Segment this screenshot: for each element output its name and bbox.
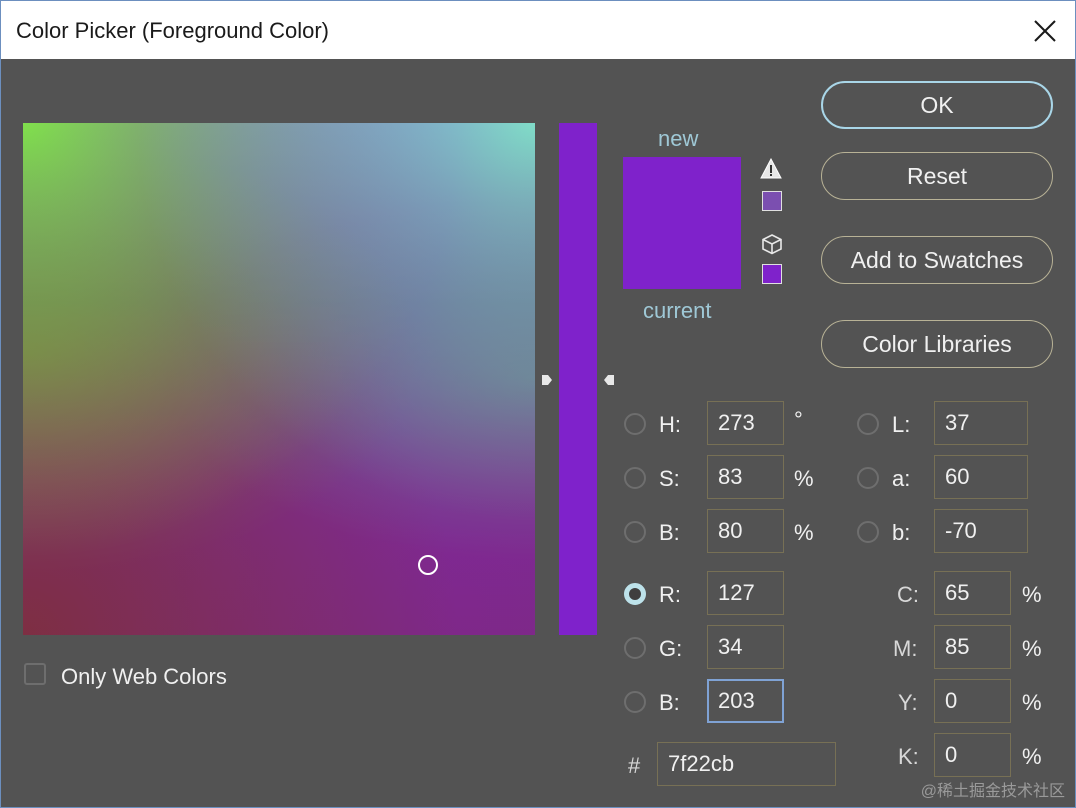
watermark: @稀土掘金技术社区 (920, 783, 1065, 800)
gamut-warning-swatch[interactable] (762, 191, 782, 211)
ok-button[interactable]: OK (821, 81, 1053, 129)
only-web-colors-checkbox[interactable] (24, 663, 46, 685)
only-web-colors-label[interactable]: Only Web Colors (61, 664, 227, 690)
black-unit: % (1022, 744, 1042, 769)
black-input[interactable]: 0 (934, 733, 1011, 777)
yellow-unit: % (1022, 690, 1042, 715)
lab-a-radio[interactable] (857, 467, 879, 489)
color-field[interactable] (23, 123, 535, 635)
dialog-title: Color Picker (Foreground Color) (16, 18, 329, 43)
hue-unit: ° (794, 407, 803, 432)
magenta-label: M: (893, 636, 918, 661)
hue-label: H: (659, 412, 681, 437)
green-input[interactable]: 34 (707, 625, 784, 669)
red-input[interactable]: 127 (707, 571, 784, 615)
new-color-swatch (623, 157, 741, 223)
lab-l-radio[interactable] (857, 413, 879, 435)
hex-label: # (628, 753, 641, 778)
hue-radio[interactable] (624, 413, 646, 435)
blue-input[interactable]: 203 (707, 679, 784, 723)
hex-input[interactable]: 7f22cb (657, 742, 836, 786)
brightness-label: B: (659, 520, 680, 545)
current-color-label: current (643, 298, 712, 323)
warning-triangle-icon[interactable] (760, 158, 782, 180)
color-picker-dialog: Color Picker (Foreground Color) new curr… (0, 0, 1076, 808)
cyan-unit: % (1022, 582, 1042, 607)
green-radio[interactable] (624, 637, 646, 659)
hue-slider[interactable] (559, 123, 597, 635)
lab-l-input[interactable]: 37 (934, 401, 1028, 445)
lab-a-label: a: (892, 466, 911, 491)
brightness-unit: % (794, 520, 814, 545)
red-label: R: (659, 582, 681, 607)
title-bar: Color Picker (Foreground Color) (1, 1, 1075, 59)
red-radio[interactable] (624, 583, 646, 605)
lab-l-label: L: (892, 412, 911, 437)
yellow-input[interactable]: 0 (934, 679, 1011, 723)
color-libraries-button[interactable]: Color Libraries (821, 320, 1053, 368)
magenta-input[interactable]: 85 (934, 625, 1011, 669)
yellow-label: Y: (898, 690, 918, 715)
saturation-label: S: (659, 466, 680, 491)
close-button[interactable] (1005, 1, 1075, 59)
current-color-swatch[interactable] (623, 223, 741, 289)
slider-left-arrow-icon[interactable] (541, 373, 553, 387)
cyan-input[interactable]: 65 (934, 571, 1011, 615)
cube-icon[interactable] (761, 233, 783, 255)
dialog-body: new current OK Reset Add to Swatches Col… (1, 59, 1075, 807)
hue-input[interactable]: 273 (707, 401, 784, 445)
web-safe-swatch[interactable] (762, 264, 782, 284)
saturation-unit: % (794, 466, 814, 491)
lab-b-label: b: (892, 520, 911, 545)
black-label: K: (898, 744, 919, 769)
slider-right-arrow-icon[interactable] (603, 373, 615, 387)
blue-label: B: (659, 690, 680, 715)
lab-b-radio[interactable] (857, 521, 879, 543)
saturation-input[interactable]: 83 (707, 455, 784, 499)
color-field-cursor[interactable] (418, 555, 438, 575)
close-icon (1034, 20, 1056, 42)
cyan-label: C: (897, 582, 919, 607)
add-to-swatches-button[interactable]: Add to Swatches (821, 236, 1053, 284)
brightness-radio[interactable] (624, 521, 646, 543)
lab-b-input[interactable]: -70 (934, 509, 1028, 553)
green-label: G: (659, 636, 683, 661)
magenta-unit: % (1022, 636, 1042, 661)
reset-button[interactable]: Reset (821, 152, 1053, 200)
blue-radio[interactable] (624, 691, 646, 713)
lab-a-input[interactable]: 60 (934, 455, 1028, 499)
brightness-input[interactable]: 80 (707, 509, 784, 553)
saturation-radio[interactable] (624, 467, 646, 489)
new-color-label: new (658, 126, 699, 151)
